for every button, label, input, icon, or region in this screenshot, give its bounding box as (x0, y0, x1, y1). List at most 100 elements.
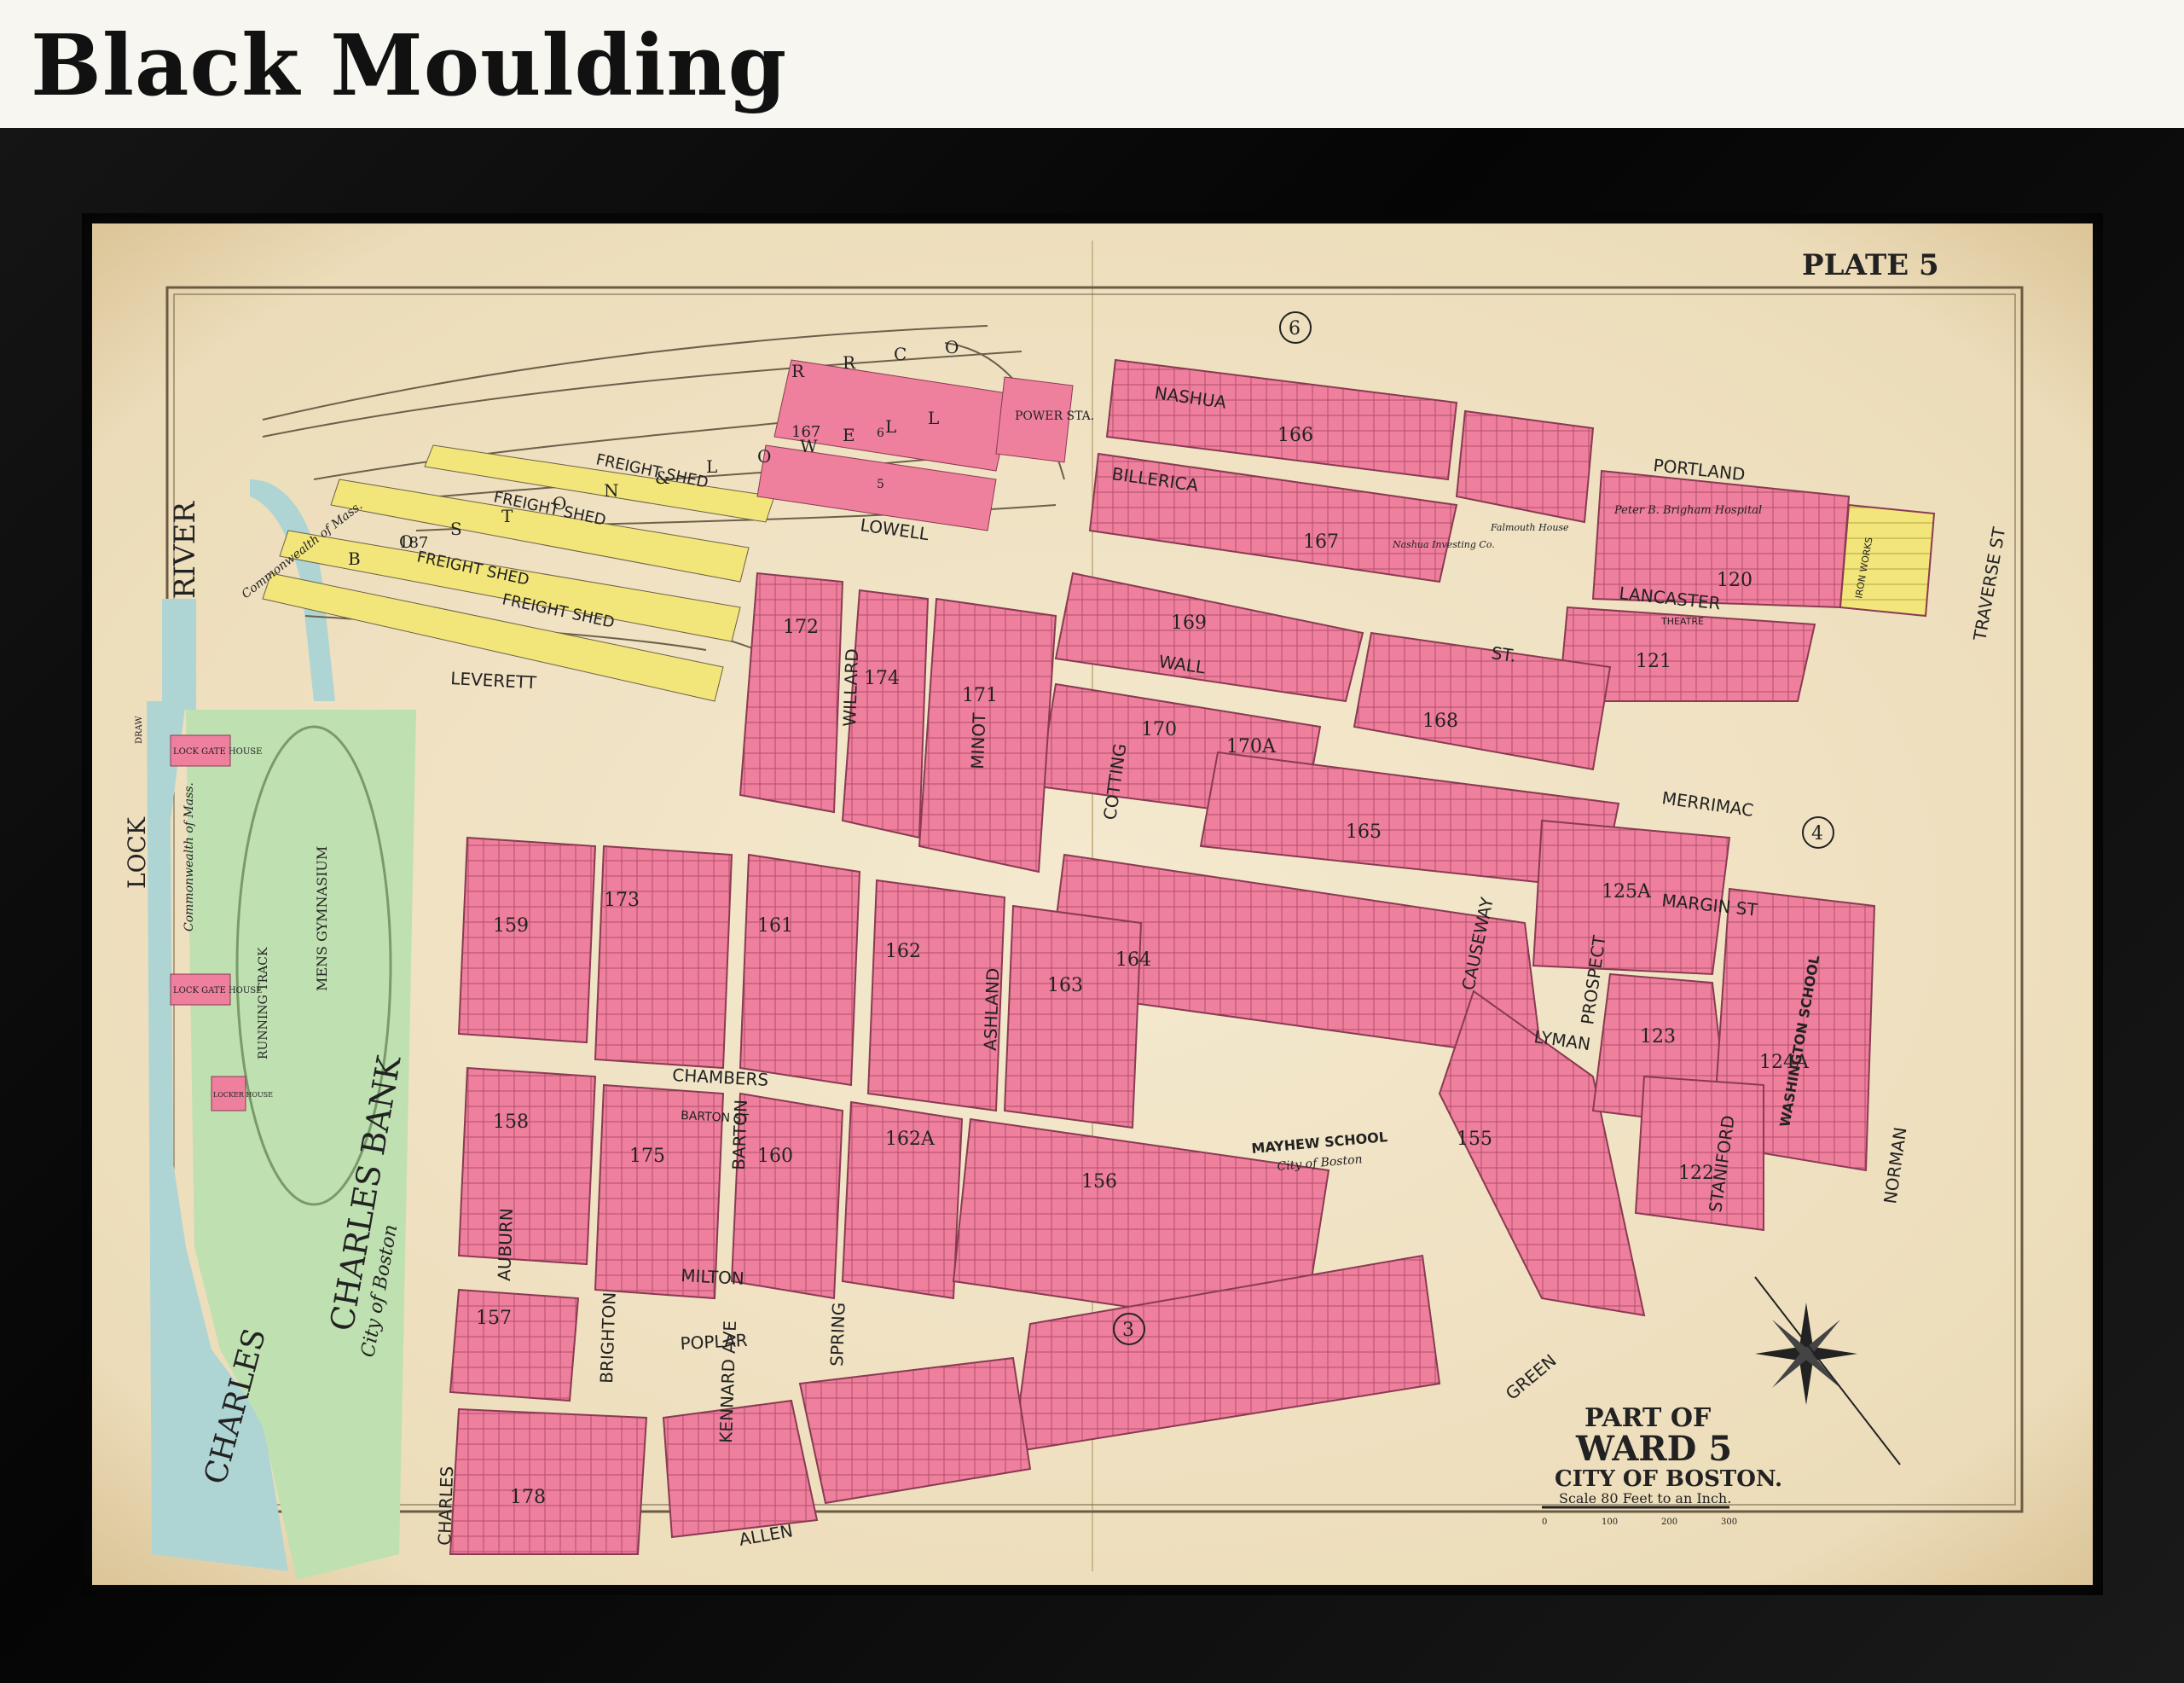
block-172 (739, 572, 844, 814)
scale-text: Scale 80 Feet to an Inch. (1559, 1490, 1731, 1506)
railroad-letter: & (655, 467, 670, 488)
railroad-letter: O (553, 493, 566, 514)
railroad-letter: O (945, 337, 959, 357)
title-city: CITY OF BOSTON. (1555, 1466, 1782, 1492)
gymnasium-label: MENS GYMNASIUM (314, 846, 330, 991)
page-heading: Black Moulding (31, 17, 788, 115)
block-159 (457, 836, 597, 1044)
block-157 (449, 1288, 580, 1402)
block-num-165: 165 (1346, 821, 1382, 843)
power-station-label: POWER STA. (1015, 409, 1094, 423)
block-num-123: 123 (1640, 1026, 1676, 1048)
block-num-162: 162 (885, 941, 921, 962)
ward-4-number: 4 (1811, 823, 1823, 844)
map-print: PLATE 5 PART OF WARD 5 CITY OF BOSTON. S… (92, 223, 2093, 1585)
block-num-170A: 170A (1226, 736, 1277, 757)
block-178 (449, 1407, 648, 1555)
railroad-letter: C (894, 344, 907, 364)
block-num-158: 158 (493, 1111, 529, 1133)
hospital-label: Peter B. Brigham Hospital (1613, 504, 1762, 517)
street-kennard: KENNARD AVE (715, 1320, 740, 1443)
railroad-letter: R (843, 352, 856, 373)
block-num-167: 167 (1303, 531, 1339, 553)
block-num-178: 178 (510, 1487, 546, 1508)
block-num-173: 173 (604, 890, 640, 911)
river-label: RIVER (168, 501, 202, 599)
railroad-letter: O (757, 446, 771, 467)
falmouth-house-label: Falmouth House (1490, 522, 1569, 533)
railroad-letter: N (604, 480, 619, 501)
block-163 (1003, 904, 1143, 1129)
running-track-label: RUNNING TRACK (257, 947, 270, 1059)
railroad-letter: W (800, 436, 818, 456)
plate-label: PLATE 5 (1802, 248, 1939, 282)
railroad-letter: L (885, 416, 896, 437)
railroad-letter: S (450, 519, 462, 539)
block-num-166: 166 (1277, 425, 1313, 446)
street-charles: CHARLES (434, 1465, 457, 1546)
block-num-121: 121 (1636, 651, 1671, 672)
black-moulding-frame: PLATE 5 PART OF WARD 5 CITY OF BOSTON. S… (0, 128, 2184, 1683)
street-willard: WILLARD (839, 648, 862, 727)
street-spring: SPRING (826, 1302, 849, 1367)
block-120-east (1839, 503, 1936, 618)
block-num-163: 163 (1047, 975, 1083, 996)
block-num-162A: 162A (885, 1129, 936, 1150)
block-num-122: 122 (1678, 1163, 1714, 1184)
railroad-letter: B (348, 548, 361, 569)
block-num-171: 171 (962, 685, 998, 706)
railroad-letter: O (399, 531, 413, 552)
block-num-160: 160 (757, 1146, 793, 1167)
lock-gate-house-lower-label: LOCK GATE HOUSE (173, 986, 262, 995)
block-num-175: 175 (629, 1146, 665, 1167)
ward-3-number: 3 (1122, 1320, 1134, 1341)
draw-label: DRAW (135, 716, 144, 744)
street-minot: MINOT (967, 712, 989, 770)
street-barton: BARTON (728, 1100, 751, 1171)
railroad-letter: R (791, 361, 805, 381)
street-auburn: AUBURN (494, 1208, 517, 1281)
street-ashland: ASHLAND (980, 967, 1003, 1051)
scale-tick-0: 0 (1542, 1518, 1547, 1527)
block-num-155: 155 (1457, 1129, 1492, 1150)
railroad-letter: T (501, 506, 513, 526)
theatre-label: THEATRE (1660, 616, 1704, 627)
block-num-174: 174 (864, 668, 900, 689)
block-173 (594, 844, 733, 1070)
railroad-letter: L (928, 408, 939, 428)
block-122 (1634, 1075, 1764, 1232)
block-num-168: 168 (1422, 711, 1458, 732)
map-svg: PLATE 5 PART OF WARD 5 CITY OF BOSTON. S… (92, 223, 2093, 1585)
block-161 (739, 853, 861, 1087)
block-num-156: 156 (1081, 1171, 1117, 1193)
block-num-159: 159 (493, 915, 529, 937)
block-num-157: 157 (476, 1308, 512, 1329)
block-num-125A: 125A (1602, 881, 1652, 902)
ward-6-number: 6 (1289, 318, 1301, 340)
scale-tick-300: 300 (1721, 1518, 1737, 1527)
block-num-169: 169 (1171, 612, 1207, 634)
railroad-number-6: 6 (877, 427, 884, 440)
block-num-120: 120 (1717, 570, 1752, 591)
street-brighton: BRIGHTON (596, 1291, 620, 1384)
block-num-170: 170 (1141, 719, 1177, 740)
scale-tick-100: 100 (1602, 1518, 1618, 1527)
street-milton: MILTON (681, 1265, 745, 1289)
block-num-172: 172 (783, 617, 819, 638)
frame-inner: PLATE 5 PART OF WARD 5 CITY OF BOSTON. S… (82, 213, 2103, 1595)
nashua-investing-label: Nashua Investing Co. (1392, 539, 1495, 550)
locker-house-label: LOCKER HOUSE (213, 1091, 273, 1099)
lock-gate-house-label: LOCK GATE HOUSE (173, 747, 262, 757)
scale-tick-200: 200 (1661, 1518, 1677, 1527)
railroad-number-5: 5 (877, 478, 884, 491)
lock-channel (162, 599, 196, 710)
block-num-161: 161 (757, 915, 793, 937)
railroad-letter: L (706, 456, 717, 477)
street-st: ST. (1490, 642, 1517, 666)
block-158 (457, 1066, 597, 1266)
block-num-164: 164 (1115, 949, 1151, 971)
commonwealth-park-label: Commonwealth of Mass. (182, 782, 196, 931)
railroad-letter: E (843, 425, 855, 445)
title-ward: WARD 5 (1575, 1429, 1732, 1469)
lock-label: LOCK (123, 816, 151, 889)
